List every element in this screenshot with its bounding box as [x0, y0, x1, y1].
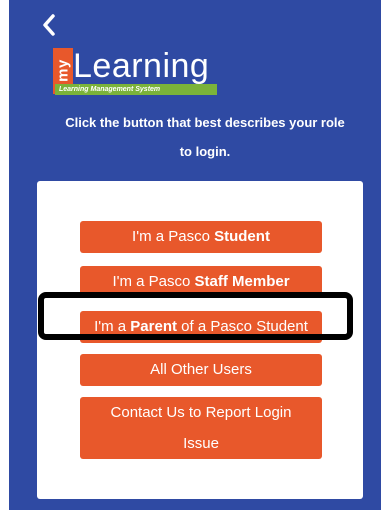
logo-learning-text: Learning — [73, 47, 210, 85]
contact-button-line-2: Issue — [183, 435, 219, 452]
contact-us-button[interactable]: Contact Us to Report Login Issue — [80, 397, 322, 459]
staff-member-button[interactable]: I'm a Pasco Staff Member — [80, 266, 322, 298]
student-button[interactable]: I'm a Pasco Student — [80, 221, 322, 253]
parent-button-suffix: of a Pasco Student — [176, 318, 308, 335]
instruction-line-2: to login. — [179, 144, 231, 159]
contact-button-line-1: Contact Us to Report Login — [110, 404, 292, 421]
staff-button-bold: Staff Member — [194, 273, 290, 290]
mylearning-logo: my Learning Learning Management System — [53, 36, 221, 98]
staff-button-prefix: I'm a Pasco — [112, 273, 195, 290]
logo-tagline: Learning Management System — [55, 84, 217, 95]
student-button-bold: Student — [214, 228, 270, 245]
all-other-users-button[interactable]: All Other Users — [80, 354, 322, 386]
instruction-text: Click the button that best describes you… — [45, 108, 365, 166]
parent-button[interactable]: I'm a Parent of a Pasco Student — [80, 311, 322, 343]
parent-button-prefix: I'm a — [94, 318, 131, 335]
parent-button-bold: Parent — [130, 318, 177, 335]
instruction-line-1: Click the button that best describes you… — [65, 115, 345, 130]
student-button-prefix: I'm a Pasco — [132, 228, 215, 245]
other-users-label: All Other Users — [150, 361, 252, 378]
